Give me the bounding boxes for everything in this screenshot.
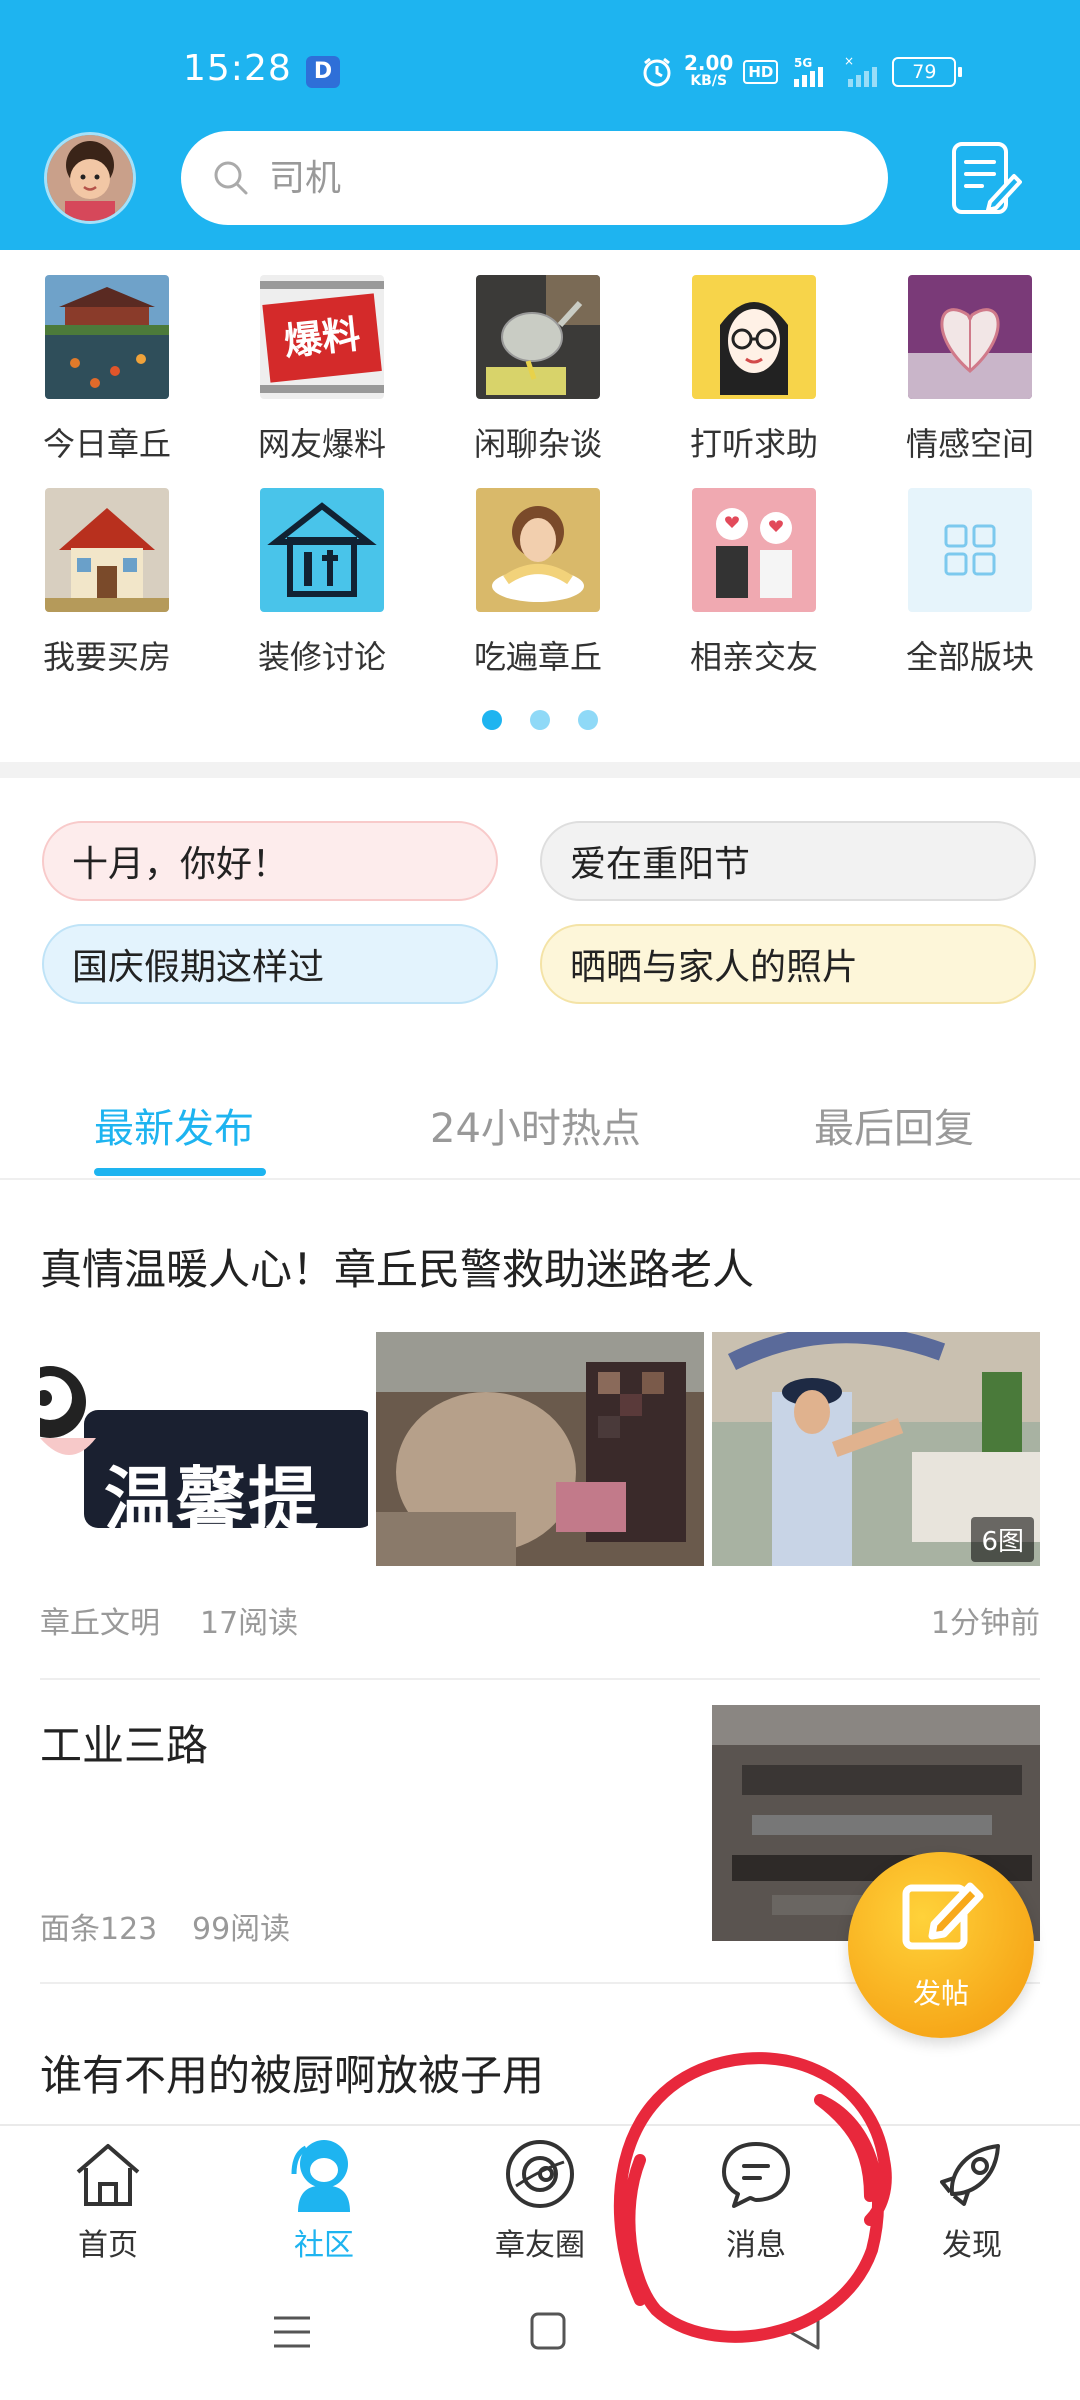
category-netizen-scoop[interactable]: 爆料 网友爆料	[232, 275, 412, 465]
message-icon	[722, 2142, 790, 2208]
svg-text:5G: 5G	[794, 56, 812, 70]
post-title[interactable]: 谁有不用的被厨啊放被子用	[40, 2042, 544, 2103]
category-label: 网友爆料	[257, 425, 386, 463]
couple-icon	[692, 488, 816, 612]
topic-tag[interactable]: 晒晒与家人的照片	[540, 924, 1036, 1004]
signal-5g-icon: 5G	[794, 56, 824, 87]
girl-eating-icon	[476, 488, 600, 612]
hd-badge: HD	[743, 60, 779, 84]
tab-last-reply[interactable]: 最后回复	[814, 1096, 974, 1154]
post-read-count: 17阅读	[200, 1606, 299, 1641]
nav-messages[interactable]: 消息	[676, 2134, 836, 2264]
alarm-icon	[643, 57, 671, 87]
back-icon[interactable]	[780, 2310, 828, 2354]
compose-icon[interactable]	[948, 138, 1022, 220]
category-label: 装修讨论	[257, 638, 386, 676]
post-thumbnail[interactable]	[376, 1332, 704, 1566]
signal-weak-icon: ×	[844, 55, 878, 87]
category-label: 闲聊杂谈	[473, 425, 602, 463]
category-label: 相亲交友	[689, 638, 818, 676]
cartoon-girl-icon	[692, 275, 816, 399]
topic-tag[interactable]: 国庆假期这样过	[42, 924, 498, 1004]
category-label: 情感空间	[905, 425, 1034, 463]
category-label: 今日章丘	[42, 425, 171, 463]
tab-latest[interactable]: 最新发布	[94, 1096, 254, 1154]
home-icon	[76, 2144, 140, 2206]
post-title[interactable]: 真情温暖人心！章丘民警救助迷路老人	[40, 1236, 754, 1297]
new-post-label: 发帖	[912, 1977, 969, 2010]
bottom-nav: 首页 社区 章友圈 消息 发现	[0, 2124, 1080, 2266]
rocket-icon	[940, 2144, 1000, 2206]
nav-label: 发现	[942, 2228, 1002, 2263]
post-thumbnail[interactable]: 6图	[712, 1332, 1040, 1566]
post-author[interactable]: 面条123	[40, 1904, 157, 1948]
house-tools-icon	[260, 488, 384, 612]
post-time: 1分钟前	[930, 1606, 1040, 1641]
search-bar[interactable]	[181, 131, 888, 225]
category-label: 吃遍章丘	[473, 638, 602, 676]
category-chat[interactable]: 闲聊杂谈	[448, 275, 628, 465]
post-author[interactable]: 章丘文明	[40, 1598, 160, 1642]
category-food[interactable]: 吃遍章丘	[448, 488, 628, 678]
post-thumbnail[interactable]: 温馨提	[40, 1332, 368, 1566]
garden-photo-icon	[45, 275, 169, 399]
topic-tag[interactable]: 爱在重阳节	[540, 821, 1036, 901]
planet-icon	[506, 2140, 574, 2208]
community-icon	[291, 2140, 350, 2212]
tab-24h-hot[interactable]: 24小时热点	[430, 1096, 641, 1154]
post-read-count: 99阅读	[192, 1912, 291, 1947]
system-nav-bar	[0, 2264, 1080, 2400]
tab-indicator	[94, 1168, 266, 1176]
svg-text:×: ×	[844, 55, 854, 68]
topic-tag[interactable]: 十月，你好！	[42, 821, 498, 901]
nav-label: 首页	[78, 2228, 138, 2263]
nav-friends-circle[interactable]: 章友圈	[460, 2134, 620, 2264]
house-icon	[45, 488, 169, 612]
battery-icon: 79	[892, 57, 963, 87]
category-emotion[interactable]: 情感空间	[880, 275, 1060, 465]
feed-tabs: 最新发布 24小时热点 最后回复	[0, 1080, 1080, 1180]
category-buy-house[interactable]: 我要买房	[17, 488, 197, 678]
post-title[interactable]: 工业三路	[40, 1712, 208, 1773]
page-dot	[578, 710, 598, 730]
app-header: 15:28 D 2.00 KB/S HD 5G × 79	[0, 0, 1080, 250]
status-icons: 2.00 KB/S HD 5G × 79	[640, 50, 963, 94]
menu-icon[interactable]	[268, 2310, 316, 2354]
grid-icon	[908, 488, 1032, 612]
nav-label: 消息	[726, 2228, 786, 2263]
post-divider	[40, 1678, 1040, 1680]
page-dot	[530, 710, 550, 730]
avatar[interactable]	[44, 132, 136, 224]
category-dating[interactable]: 相亲交友	[664, 488, 844, 678]
category-label: 全部版块	[905, 638, 1034, 676]
new-post-button[interactable]: 发帖	[848, 1852, 1034, 2038]
home-square-icon[interactable]	[524, 2310, 572, 2354]
category-renovation[interactable]: 装修讨论	[232, 488, 412, 678]
nav-home[interactable]: 首页	[28, 2134, 188, 2264]
page-dot-active	[482, 710, 502, 730]
nav-label: 章友圈	[495, 2228, 585, 2263]
tea-pot-icon	[476, 275, 600, 399]
status-time: 15:28	[183, 48, 292, 89]
app-notification-badge: D	[306, 56, 340, 88]
thumbnail-overlay-text: 温馨提	[104, 1459, 320, 1541]
nav-community[interactable]: 社区	[244, 2134, 404, 2264]
category-today-zhangqiu[interactable]: 今日章丘	[17, 275, 197, 465]
network-speed: 2.00 KB/S	[684, 51, 734, 89]
image-count-badge: 6图	[971, 1517, 1034, 1562]
category-ask-help[interactable]: 打听求助	[664, 275, 844, 465]
search-icon	[214, 161, 248, 195]
search-input[interactable]	[267, 156, 831, 200]
page-indicator	[482, 710, 598, 730]
category-label: 打听求助	[689, 425, 818, 463]
section-divider	[0, 762, 1080, 778]
category-label: 我要买房	[42, 638, 171, 676]
nav-discover[interactable]: 发现	[892, 2134, 1052, 2264]
book-heart-icon	[908, 275, 1032, 399]
svg-text:爆料: 爆料	[282, 312, 362, 364]
nav-label: 社区	[294, 2228, 354, 2263]
category-all-boards[interactable]: 全部版块	[880, 488, 1060, 678]
edit-icon	[902, 1882, 984, 1950]
news-scoop-icon: 爆料	[260, 275, 384, 399]
